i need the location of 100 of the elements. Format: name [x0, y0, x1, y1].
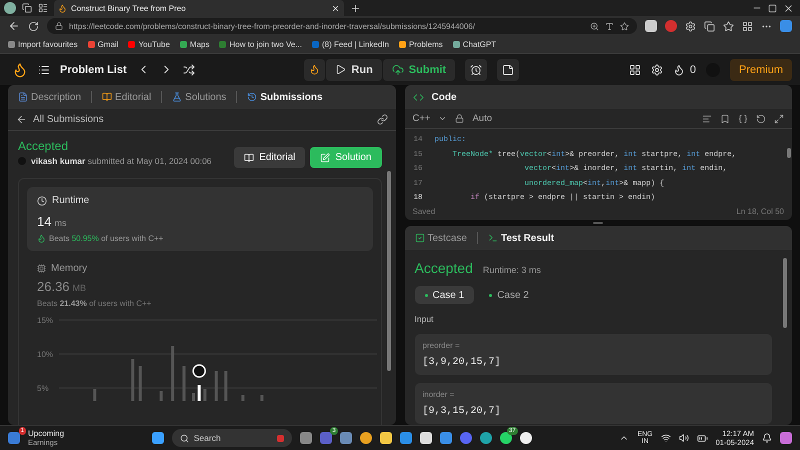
back-icon: [8, 20, 20, 32]
input-value: [9,3,15,20,7]: [422, 406, 502, 417]
note-icon: [502, 64, 514, 76]
reset-icon: [756, 114, 766, 124]
panel-tab[interactable]: Test Result: [486, 232, 556, 244]
code-title: Code: [432, 92, 456, 102]
runtime-beats-text: Beats 50.95% of users with C++: [49, 234, 164, 243]
input-name: preorder =: [422, 341, 461, 350]
bell-icon: [762, 433, 772, 443]
bookmark-link[interactable]: YouTube: [128, 40, 170, 49]
collections-icon: [742, 20, 753, 32]
memory-title: Memory: [51, 263, 88, 274]
battery-icon: [696, 432, 708, 444]
tab-actions-icon: [38, 3, 48, 13]
run-button[interactable]: Run: [326, 58, 382, 80]
memory-beats-text: Beats 21.43% of users with C++: [37, 299, 152, 308]
close-icon: [783, 2, 794, 14]
case-tab[interactable]: Case 2: [479, 286, 539, 304]
favourite-icon: [620, 22, 629, 30]
debug-button[interactable]: [304, 58, 326, 80]
braces-icon: [738, 114, 748, 124]
layout-icon: [628, 64, 641, 76]
profile-avatar[interactable]: [4, 2, 16, 14]
panel-tab[interactable]: Testcase: [412, 232, 469, 244]
clock-icon: [37, 196, 47, 206]
case-tab[interactable]: Case 1: [414, 286, 474, 304]
memory-value: 26.36: [37, 279, 70, 294]
bookmark-link[interactable]: Gmail: [88, 40, 118, 49]
panel-tab[interactable]: Submissions: [245, 92, 325, 102]
code-icon: [412, 92, 424, 102]
taskbar-search[interactable]: Search: [172, 429, 292, 447]
back-arrow-icon: [16, 114, 27, 125]
cursor-position: Ln 18, Col 50: [736, 206, 784, 216]
wifi-icon: [660, 433, 671, 443]
close-icon: [331, 4, 340, 12]
zoom-icon: [590, 22, 599, 30]
upload-icon: [392, 64, 404, 76]
input-value: [3,9,20,15,7]: [422, 357, 502, 368]
browser-tab[interactable]: Construct Binary Tree from Preo: [54, 0, 344, 16]
input-name: inorder =: [422, 390, 456, 399]
axis-label: 15%: [37, 316, 54, 325]
link-icon: [376, 114, 388, 125]
streak-count: 0: [690, 64, 696, 76]
scrollbar[interactable]: [386, 171, 390, 371]
scrollbar[interactable]: [787, 148, 791, 158]
refresh-icon: [28, 20, 39, 32]
memory-unit: MB: [72, 283, 86, 293]
mode-label: Auto: [472, 113, 492, 124]
scrollbar[interactable]: [783, 258, 787, 328]
notes-button[interactable]: [497, 58, 520, 80]
split-screen-icon: [704, 20, 715, 32]
language-select[interactable]: C++: [412, 113, 430, 124]
editorial-button[interactable]: Editorial: [234, 147, 306, 168]
submit-button[interactable]: Submit: [382, 58, 456, 80]
submission-info: vikash kumar submitted at May 01, 2024 00:06: [31, 156, 212, 166]
panel-tab[interactable]: Editorial: [100, 92, 154, 102]
bookmark-link[interactable]: How to join two Ve...: [219, 40, 302, 49]
book-icon: [244, 152, 254, 162]
book-icon: [102, 92, 112, 102]
bookmark-icon: [720, 114, 730, 124]
chip-icon: [37, 264, 46, 273]
volume-icon: [678, 433, 689, 443]
history-icon: [247, 92, 258, 102]
maximize-icon: [768, 4, 777, 12]
leetcode-favicon: [58, 4, 67, 12]
runtime-value: 14: [37, 214, 52, 229]
panel-tab[interactable]: Solutions: [170, 92, 228, 102]
chevron-down-icon: [438, 114, 448, 123]
new-tab-icon: [350, 2, 361, 14]
axis-label: 10%: [37, 350, 54, 359]
lock-icon: [455, 114, 464, 123]
edit-icon: [320, 152, 330, 162]
problem-list-link[interactable]: Problem List: [60, 64, 127, 76]
axis-label: 5%: [37, 384, 49, 393]
bookmark-link[interactable]: ChatGPT: [452, 40, 496, 49]
url-text: https://leetcode.com/problems/construct-binary-tree-from-preorder-and-inorder-traversal/submissions/1245944006/: [69, 22, 475, 30]
bookmark-link[interactable]: Problems: [398, 40, 443, 49]
panel-tab[interactable]: Description: [16, 92, 84, 102]
result-runtime: Runtime: 3 ms: [482, 265, 541, 275]
favourites-icon: [723, 20, 734, 32]
bookmark-link[interactable]: Import favourites: [8, 40, 78, 49]
all-submissions-link[interactable]: All Submissions: [33, 114, 104, 125]
bookmark-link[interactable]: Maps: [180, 40, 210, 49]
expand-icon: [774, 114, 784, 124]
flame-icon: [672, 64, 685, 76]
result-status: Accepted: [414, 260, 473, 276]
workspaces-icon: [22, 3, 32, 13]
bookmark-link[interactable]: (8) Feed | LinkedIn: [312, 40, 389, 49]
widget-title[interactable]: Upcoming: [28, 429, 64, 438]
alarm-clock-icon: [470, 64, 482, 76]
premium-button[interactable]: Premium: [730, 58, 792, 80]
terminal-icon: [488, 233, 498, 243]
play-icon: [335, 64, 346, 75]
extensions-icon: [685, 20, 696, 32]
lock-icon: [55, 22, 63, 30]
runtime-unit: ms: [54, 218, 66, 228]
address-bar[interactable]: https://leetcode.com/problems/construct-binary-tree-from-preorder-and-inorder-traversal/submissions/1245944006/: [47, 18, 637, 34]
search-icon: [180, 434, 189, 442]
timer-button[interactable]: [465, 58, 488, 80]
submission-status: Accepted: [18, 139, 70, 153]
